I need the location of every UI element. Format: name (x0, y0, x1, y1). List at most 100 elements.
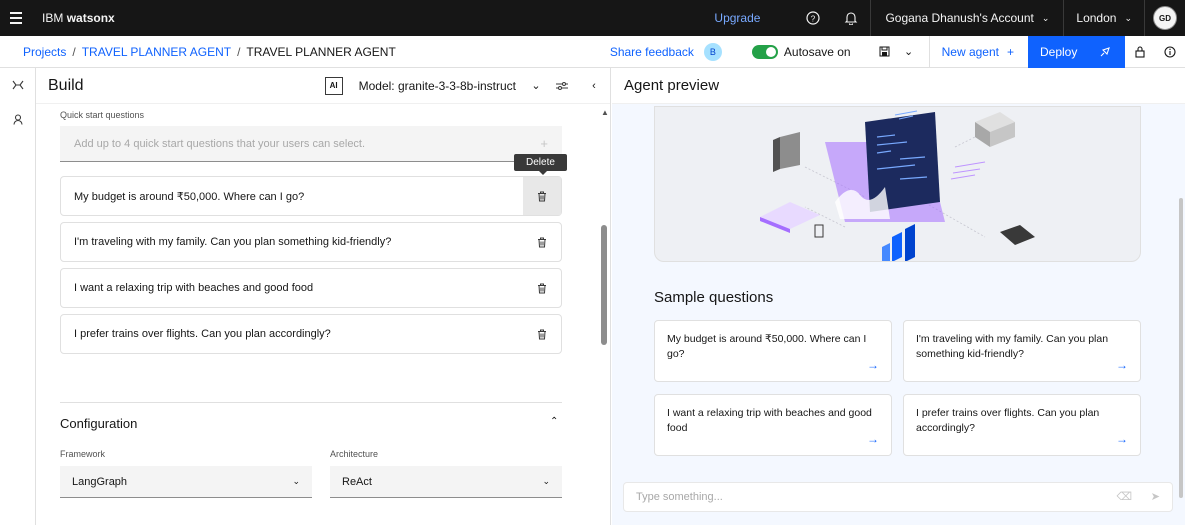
trash-icon[interactable] (523, 315, 561, 353)
user-icon[interactable] (0, 102, 36, 136)
add-question-input[interactable]: Add up to 4 quick start questions that y… (60, 126, 562, 162)
svg-text:?: ? (811, 15, 816, 24)
deploy-button[interactable]: Deploy (1028, 35, 1125, 68)
framework-select[interactable]: LangGraph ⌄ (60, 466, 312, 498)
arrow-right-icon: → (1116, 432, 1128, 446)
breadcrumb-projects[interactable]: Projects (23, 45, 66, 59)
chevron-down-icon: ⌄ (542, 476, 550, 486)
autosave-toggle[interactable] (751, 44, 778, 59)
brand-product: watsonx (66, 11, 115, 25)
new-agent-button[interactable]: New agent + (930, 36, 1028, 68)
chevron-down-icon: ⌄ (1124, 12, 1132, 23)
quick-start-label: Quick start questions (60, 110, 145, 120)
trash-icon[interactable] (523, 177, 561, 215)
question-item[interactable]: I prefer trains over flights. Can you pl… (60, 314, 562, 354)
preview-title: Agent preview (624, 77, 720, 94)
new-agent-label: New agent (941, 44, 999, 59)
agent-builder-icon[interactable] (0, 68, 36, 102)
build-scroll-area[interactable]: Quick start questions Add up to 4 quick … (36, 104, 611, 525)
chat-placeholder: Type something... (636, 491, 723, 503)
question-text: I want a relaxing trip with beaches and … (74, 282, 314, 294)
arrow-right-icon: → (1116, 358, 1128, 372)
brand-logo[interactable]: IBM watsonx (42, 11, 115, 25)
collaborator-badge[interactable]: B (703, 42, 722, 61)
architecture-value: ReAct (342, 475, 372, 488)
save-icon[interactable] (873, 36, 897, 68)
settings-sliders-icon[interactable] (546, 68, 578, 104)
sample-question-card[interactable]: I want a relaxing trip with beaches and … (654, 394, 892, 456)
project-toolbar: Projects / TRAVEL PLANNER AGENT / TRAVEL… (0, 35, 1185, 68)
preview-scrollbar[interactable] (1179, 198, 1183, 498)
deploy-label: Deploy (1040, 44, 1078, 59)
agent-illustration (654, 106, 1141, 262)
autosave-label: Autosave on (783, 44, 851, 59)
account-switcher[interactable]: Gogana Dhanush's Account ⌄ (871, 0, 1063, 36)
framework-label: Framework (60, 449, 106, 459)
trash-icon[interactable] (523, 223, 561, 261)
brand-prefix: IBM (42, 11, 64, 25)
add-question-placeholder: Add up to 4 quick start questions that y… (74, 137, 366, 150)
upgrade-link[interactable]: Upgrade (714, 11, 760, 25)
region-name: London (1076, 11, 1117, 25)
build-header: Build AI Model: granite-3-3-8b-instruct … (36, 68, 610, 104)
notification-bell-icon[interactable] (832, 0, 870, 36)
question-item[interactable]: I'm traveling with my family. Can you pl… (60, 222, 562, 262)
sample-question-text: I'm traveling with my family. Can you pl… (916, 333, 1109, 360)
trash-icon[interactable] (523, 269, 561, 307)
architecture-select[interactable]: ReAct ⌄ (330, 466, 562, 498)
lock-icon[interactable] (1125, 36, 1155, 68)
question-item[interactable]: My budget is around ₹50,000. Where can I… (60, 176, 562, 216)
model-selector[interactable]: Model: granite-3-3-8b-instruct (359, 79, 516, 93)
build-scrollbar[interactable]: ▲ (601, 108, 609, 523)
menu-icon[interactable] (0, 0, 32, 36)
divider (1144, 0, 1145, 36)
scroll-up-icon[interactable]: ▲ (601, 108, 609, 117)
sample-questions-title: Sample questions (654, 289, 774, 306)
clear-chat-icon[interactable]: ⌫ (1116, 490, 1132, 503)
question-text: My budget is around ₹50,000. Where can I… (74, 190, 305, 203)
breadcrumb-separator: / (237, 44, 241, 59)
region-switcher[interactable]: London ⌄ (1064, 0, 1144, 36)
chevron-up-icon[interactable]: ⌃ (550, 416, 558, 427)
delete-tooltip: Delete (514, 154, 567, 175)
breadcrumb: Projects / TRAVEL PLANNER AGENT / TRAVEL… (0, 45, 396, 59)
question-item[interactable]: I want a relaxing trip with beaches and … (60, 268, 562, 308)
divider (60, 402, 562, 403)
build-panel: Build AI Model: granite-3-3-8b-instruct … (36, 68, 611, 525)
preview-header: Agent preview (612, 68, 1185, 104)
arrow-right-icon: → (867, 432, 879, 446)
collapse-panel-icon[interactable]: ‹ (578, 68, 610, 104)
sample-question-card[interactable]: I'm traveling with my family. Can you pl… (903, 320, 1141, 382)
sample-question-text: I want a relaxing trip with beaches and … (667, 407, 872, 434)
sample-question-text: My budget is around ₹50,000. Where can I… (667, 333, 867, 360)
rocket-icon (1100, 46, 1110, 56)
chevron-down-icon: ⌄ (1041, 12, 1050, 23)
send-icon[interactable]: ➤ (1151, 490, 1160, 503)
agent-preview-panel: Agent preview Sample questions My budget… (612, 68, 1185, 525)
configuration-title[interactable]: Configuration (60, 416, 137, 431)
question-text: I'm traveling with my family. Can you pl… (74, 236, 392, 248)
share-feedback-link[interactable]: Share feedback (610, 45, 694, 59)
chevron-down-icon[interactable]: ⌄ (526, 68, 546, 104)
plus-icon: + (1006, 44, 1014, 59)
ai-badge: AI (324, 76, 343, 95)
breadcrumb-project[interactable]: TRAVEL PLANNER AGENT (82, 45, 231, 59)
sample-question-text: I prefer trains over flights. Can you pl… (916, 407, 1100, 434)
sample-question-card[interactable]: I prefer trains over flights. Can you pl… (903, 394, 1141, 456)
question-text: I prefer trains over flights. Can you pl… (74, 328, 331, 340)
help-icon[interactable]: ? (794, 0, 832, 36)
breadcrumb-current: TRAVEL PLANNER AGENT (246, 44, 396, 59)
account-name: Gogana Dhanush's Account (885, 11, 1034, 25)
plus-icon[interactable]: + (540, 136, 548, 151)
architecture-label: Architecture (330, 449, 379, 459)
chat-input[interactable]: Type something... ⌫ ➤ (623, 482, 1173, 512)
chevron-down-icon[interactable]: ⌄ (897, 36, 921, 68)
arrow-right-icon: → (867, 358, 879, 372)
top-nav-bar: IBM watsonx Upgrade ? Gogana Dhanush's A… (0, 0, 1185, 36)
info-icon[interactable] (1155, 36, 1185, 68)
sample-question-card[interactable]: My budget is around ₹50,000. Where can I… (654, 320, 892, 382)
avatar[interactable]: GD (1153, 6, 1177, 30)
build-title: Build (48, 76, 84, 94)
left-rail (0, 68, 36, 525)
scrollbar-thumb[interactable] (601, 225, 607, 345)
